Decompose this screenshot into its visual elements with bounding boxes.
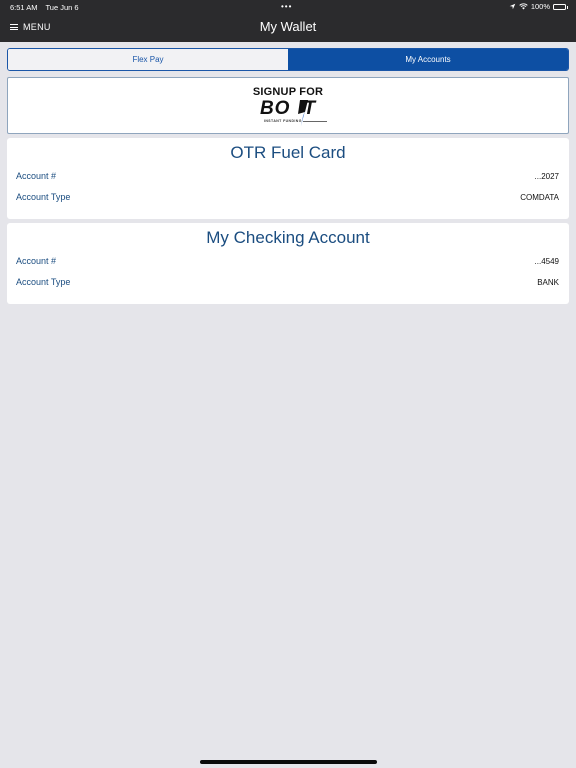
banner-tagline: INSTANT FUNDING: [264, 119, 302, 123]
account-name: My Checking Account: [206, 228, 370, 247]
account-name: OTR Fuel Card: [230, 143, 346, 162]
account-number-value: ...2027: [534, 172, 559, 181]
banner-divider: [303, 121, 327, 122]
tab-flex-pay[interactable]: Flex Pay: [8, 49, 288, 70]
status-time-date: 6:51 AM Tue Jun 6: [10, 3, 85, 12]
status-time: 6:51 AM: [10, 3, 38, 12]
bolt-logo: BO T: [8, 98, 568, 120]
account-type-value: COMDATA: [520, 193, 559, 202]
banner-signup-text: SIGNUP FOR: [252, 86, 324, 98]
account-card[interactable]: My Checking Account Account # ...4549 Ac…: [7, 223, 569, 304]
status-indicators: 100%: [509, 2, 568, 11]
wallet-tabs: Flex Pay My Accounts: [7, 48, 569, 71]
account-type-label: Account Type: [16, 192, 71, 202]
top-bar: 6:51 AM Tue Jun 6 ••• 100% MENU My Walle…: [0, 0, 576, 42]
tab-my-accounts[interactable]: My Accounts: [288, 49, 568, 70]
account-number-label: Account #: [16, 171, 57, 181]
home-indicator[interactable]: [200, 760, 377, 764]
navigation-bar: MENU My Wallet: [0, 14, 576, 42]
multitasking-dots-icon[interactable]: •••: [281, 2, 292, 11]
battery-percent: 100%: [530, 2, 550, 11]
account-type-value: BANK: [537, 278, 559, 287]
location-arrow-icon: [509, 3, 516, 10]
bolt-signup-banner[interactable]: SIGNUP FOR BO T INSTANT FUNDING: [7, 77, 569, 134]
battery-icon: [553, 3, 568, 10]
status-date: Tue Jun 6: [45, 3, 79, 12]
account-type-label: Account Type: [16, 277, 71, 287]
account-card[interactable]: OTR Fuel Card Account # ...2027 Account …: [7, 138, 569, 219]
account-number-value: ...4549: [534, 257, 559, 266]
page-title: My Wallet: [259, 19, 317, 34]
bolt-logo-left: BO: [259, 98, 291, 119]
wifi-icon: [519, 3, 528, 10]
account-number-label: Account #: [16, 256, 57, 266]
status-bar: 6:51 AM Tue Jun 6 ••• 100%: [0, 0, 576, 14]
